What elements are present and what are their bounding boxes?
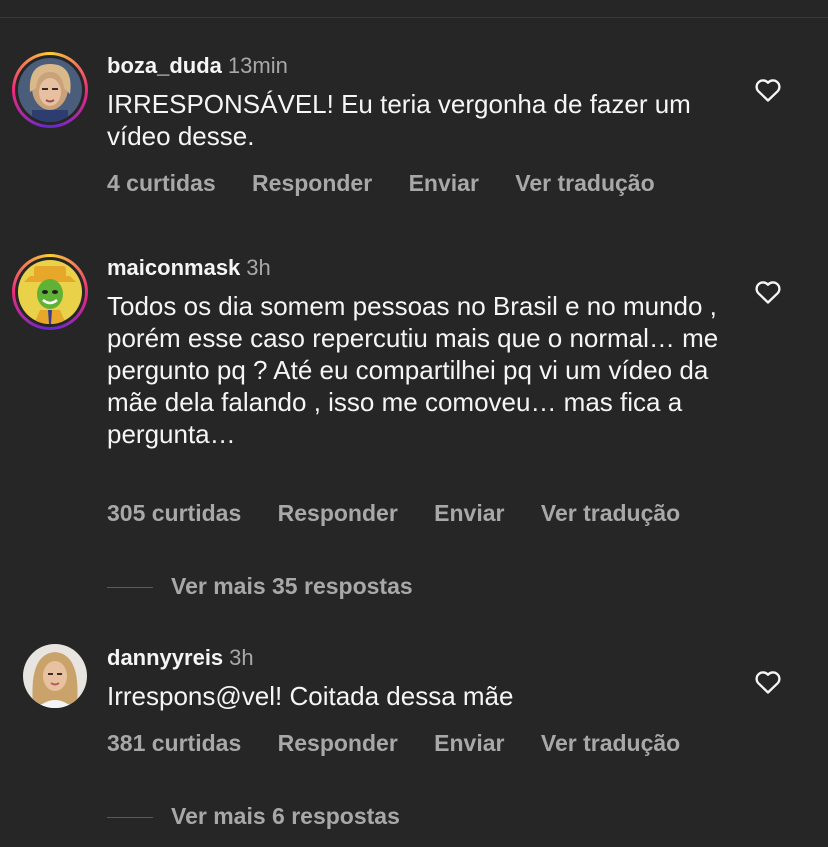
- timestamp: 3h: [229, 645, 254, 670]
- woman-portrait-icon: [18, 58, 82, 122]
- reply-button[interactable]: Responder: [278, 500, 398, 526]
- comment-text: Irrespons@vel! Coitada dessa mãe: [107, 681, 514, 711]
- reply-button[interactable]: Responder: [278, 730, 398, 756]
- send-button[interactable]: Enviar: [409, 170, 479, 196]
- view-more-replies-button[interactable]: Ver mais 6 respostas: [107, 803, 400, 830]
- likes-count[interactable]: 305 curtidas: [107, 500, 241, 526]
- view-more-replies-label: Ver mais 35 respostas: [171, 573, 413, 599]
- translate-button[interactable]: Ver tradução: [541, 500, 680, 526]
- top-divider: [0, 17, 828, 18]
- username[interactable]: dannyyreis: [107, 645, 223, 670]
- comment-header: maiconmask 3h: [107, 255, 271, 281]
- timestamp: 13min: [227, 53, 288, 78]
- comment-actions: 381 curtidas Responder Enviar Ver traduç…: [107, 730, 710, 757]
- comment-text: IRRESPONSÁVEL! Eu teria vergonha de faze…: [107, 89, 691, 151]
- reply-button[interactable]: Responder: [252, 170, 372, 196]
- likes-count[interactable]: 381 curtidas: [107, 730, 241, 756]
- avatar[interactable]: [12, 254, 88, 330]
- heart-icon[interactable]: [754, 669, 782, 695]
- likes-count[interactable]: 4 curtidas: [107, 170, 216, 196]
- comment-actions: 4 curtidas Responder Enviar Ver tradução: [107, 170, 685, 197]
- translate-button[interactable]: Ver tradução: [515, 170, 654, 196]
- username[interactable]: maiconmask: [107, 255, 240, 280]
- comment-header: boza_duda 13min: [107, 53, 288, 79]
- username[interactable]: boza_duda: [107, 53, 222, 78]
- heart-icon[interactable]: [754, 77, 782, 103]
- avatar[interactable]: [12, 52, 88, 128]
- woman-portrait-icon: [23, 644, 87, 708]
- translate-button[interactable]: Ver tradução: [541, 730, 680, 756]
- reply-thread-line: [107, 817, 153, 819]
- timestamp: 3h: [246, 255, 271, 280]
- comment-actions: 305 curtidas Responder Enviar Ver traduç…: [107, 500, 710, 527]
- view-more-replies-button[interactable]: Ver mais 35 respostas: [107, 573, 413, 600]
- send-button[interactable]: Enviar: [434, 730, 504, 756]
- view-more-replies-label: Ver mais 6 respostas: [171, 803, 400, 829]
- comment-header: dannyyreis 3h: [107, 645, 254, 671]
- green-mask-icon: [18, 260, 82, 324]
- comment-text: Todos os dia somem pessoas no Brasil e n…: [107, 291, 719, 449]
- avatar[interactable]: [23, 644, 87, 708]
- send-button[interactable]: Enviar: [434, 500, 504, 526]
- heart-icon[interactable]: [754, 279, 782, 305]
- reply-thread-line: [107, 587, 153, 589]
